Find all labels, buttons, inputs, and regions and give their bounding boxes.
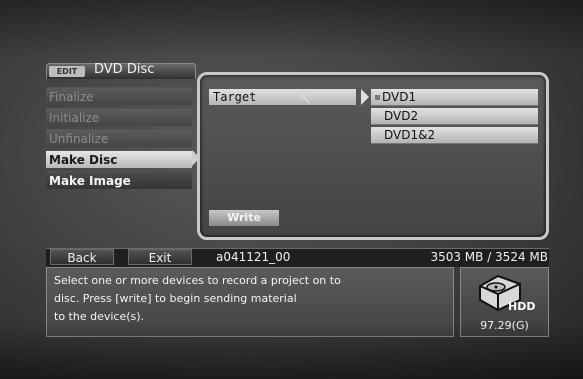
menu-item-make-image[interactable]: Make Image bbox=[46, 171, 192, 189]
hdd-label: HDD bbox=[508, 300, 536, 313]
menu-item-unfinalize[interactable]: Unfinalize bbox=[46, 129, 192, 147]
write-button[interactable]: Write bbox=[209, 210, 279, 226]
hdd-size: 97.29(G) bbox=[480, 319, 529, 332]
help-message: Select one or more devices to record a p… bbox=[54, 274, 341, 323]
checkbox-icon bbox=[375, 95, 380, 100]
device-label: DVD1 bbox=[382, 90, 417, 104]
size-readout: 3503 MB / 3524 MB bbox=[430, 250, 548, 264]
device-item-dvd1[interactable]: DVD1 bbox=[371, 89, 538, 106]
device-item-dvd2[interactable]: DVD2 bbox=[371, 108, 538, 125]
device-item-dvd1and2[interactable]: DVD1&2 bbox=[371, 127, 538, 144]
page-title: DVD Disc bbox=[94, 62, 155, 77]
arrow-right-icon bbox=[361, 89, 369, 105]
menu-item-initialize[interactable]: Initialize bbox=[46, 108, 192, 126]
device-label: DVD2 bbox=[384, 109, 419, 123]
target-label: Target bbox=[213, 90, 257, 104]
edit-badge: EDIT bbox=[49, 66, 85, 77]
target-selector[interactable]: Target bbox=[209, 89, 356, 105]
back-button[interactable]: Back bbox=[50, 249, 114, 265]
exit-button[interactable]: Exit bbox=[128, 249, 192, 265]
menu-item-finalize[interactable]: Finalize bbox=[46, 87, 192, 105]
menu-item-make-disc[interactable]: Make Disc bbox=[46, 150, 192, 168]
device-label: DVD1&2 bbox=[384, 128, 436, 142]
project-name: a041121_00 bbox=[216, 250, 291, 264]
cursor-icon: ↖ bbox=[299, 89, 313, 108]
